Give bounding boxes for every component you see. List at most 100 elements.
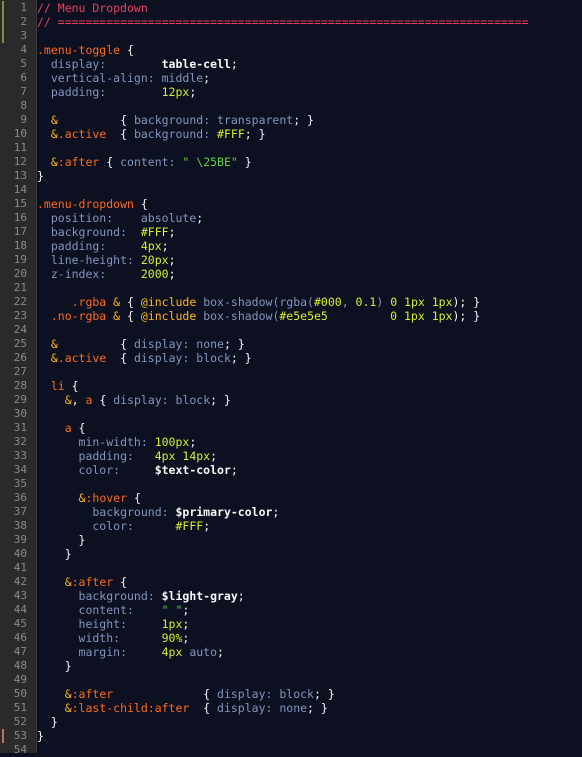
code-line[interactable]: & { display: none; } bbox=[37, 337, 582, 351]
code-line[interactable] bbox=[37, 673, 582, 687]
code-line[interactable]: display: table-cell; bbox=[37, 57, 582, 71]
code-line[interactable]: width: 90%; bbox=[37, 631, 582, 645]
code-line[interactable] bbox=[37, 365, 582, 379]
code-line[interactable]: background: $light-gray; bbox=[37, 589, 582, 603]
line-number: 20 bbox=[13, 267, 27, 280]
code-token: { bbox=[92, 393, 114, 407]
code-line[interactable]: &.active { background: #FFF; } bbox=[37, 127, 582, 141]
code-token: 4px 14px bbox=[154, 449, 211, 463]
code-token: display: bbox=[37, 57, 162, 71]
code-line[interactable]: .menu-dropdown { bbox=[37, 197, 582, 211]
code-line[interactable]: li { bbox=[37, 379, 582, 393]
code-token: ; bbox=[203, 71, 211, 85]
code-line[interactable]: .no-rgba & { @include box-shadow(#e5e5e5… bbox=[37, 309, 582, 323]
code-token: box-shadow(rgba( bbox=[196, 295, 314, 309]
code-line[interactable]: } bbox=[37, 715, 582, 729]
code-line[interactable]: } bbox=[37, 659, 582, 673]
code-line[interactable]: .rgba & { @include box-shadow(rgba(#000,… bbox=[37, 295, 582, 309]
code-line[interactable]: } bbox=[37, 547, 582, 561]
code-line[interactable]: } bbox=[37, 169, 582, 183]
code-line[interactable] bbox=[37, 561, 582, 575]
code-line[interactable]: padding: 12px; bbox=[37, 85, 582, 99]
code-line[interactable]: &:after { content: " \25BE" } bbox=[37, 155, 582, 169]
code-line[interactable]: line-height: 20px; bbox=[37, 253, 582, 267]
code-token: :last-child:after bbox=[71, 701, 190, 715]
code-area[interactable]: // Menu Dropdown// =====================… bbox=[37, 1, 582, 757]
code-token: ) bbox=[376, 295, 391, 309]
code-token: auto bbox=[182, 645, 218, 659]
code-line[interactable]: min-width: 100px; bbox=[37, 435, 582, 449]
code-token: padding: bbox=[37, 239, 141, 253]
code-editor[interactable]: 1 2 3 4 5 6 7 8 9 10 11 12 13 14 15 16 17 18 19 20 21 22 23 24 2… bbox=[0, 0, 582, 756]
code-line[interactable]: position: absolute; bbox=[37, 211, 582, 225]
code-line[interactable]: &:last-child:after { display: none; } bbox=[37, 701, 582, 715]
code-token: ); } bbox=[452, 309, 481, 323]
code-line[interactable]: z-index: 2000; bbox=[37, 267, 582, 281]
code-line[interactable]: padding: 4px; bbox=[37, 239, 582, 253]
code-line[interactable]: content: " "; bbox=[37, 603, 582, 617]
code-line[interactable]: &:after { display: block; } bbox=[37, 687, 582, 701]
line-number: 47 bbox=[13, 645, 27, 658]
code-line[interactable] bbox=[37, 141, 582, 155]
code-line[interactable] bbox=[37, 407, 582, 421]
code-token: .active bbox=[57, 127, 107, 141]
code-token: { bbox=[189, 701, 218, 715]
code-line[interactable] bbox=[37, 743, 582, 757]
code-line[interactable]: } bbox=[37, 533, 582, 547]
code-line[interactable]: .menu-toggle { bbox=[37, 43, 582, 57]
code-line[interactable]: padding: 4px 14px; bbox=[37, 449, 582, 463]
line-number: 51 bbox=[13, 701, 27, 714]
code-token: ; bbox=[168, 253, 176, 267]
code-token: 2000 bbox=[140, 267, 169, 281]
code-token: .rgba bbox=[37, 295, 107, 309]
code-token: padding: bbox=[37, 449, 155, 463]
code-line[interactable]: &.active { display: block; } bbox=[37, 351, 582, 365]
code-line[interactable]: color: #FFF; bbox=[37, 519, 582, 533]
code-line[interactable]: } bbox=[37, 729, 582, 743]
code-token: { bbox=[113, 575, 128, 589]
code-line[interactable]: &:hover { bbox=[37, 491, 582, 505]
code-token: & bbox=[37, 337, 58, 351]
code-token: ); } bbox=[452, 295, 481, 309]
code-token: ; bbox=[182, 631, 190, 645]
code-token: } bbox=[37, 659, 72, 673]
code-token: 0 1px 1px bbox=[390, 309, 453, 323]
code-line[interactable]: color: $text-color; bbox=[37, 463, 582, 477]
code-line[interactable] bbox=[37, 281, 582, 295]
line-number: 21 bbox=[13, 281, 27, 294]
code-line[interactable]: background: #FFF; bbox=[37, 225, 582, 239]
code-token: display: block bbox=[113, 393, 211, 407]
code-line[interactable]: height: 1px; bbox=[37, 617, 582, 631]
code-line[interactable]: background: $primary-color; bbox=[37, 505, 582, 519]
code-token: " \25BE" bbox=[182, 155, 238, 169]
line-number: 27 bbox=[13, 365, 27, 378]
code-line[interactable]: margin: 4px auto; bbox=[37, 645, 582, 659]
code-token: #e5e5e5 bbox=[279, 309, 328, 323]
code-line[interactable]: // =====================================… bbox=[37, 15, 582, 29]
code-token: { bbox=[120, 309, 141, 323]
code-token: min-width: bbox=[37, 435, 155, 449]
line-number: 10 bbox=[13, 127, 27, 140]
code-line[interactable]: & { background: transparent; } bbox=[37, 113, 582, 127]
code-token: & bbox=[37, 127, 58, 141]
line-number: 49 bbox=[13, 673, 27, 686]
code-line[interactable] bbox=[37, 99, 582, 113]
code-line[interactable]: // Menu Dropdown bbox=[37, 1, 582, 15]
code-token: .active bbox=[57, 351, 107, 365]
code-token: { bbox=[106, 127, 134, 141]
line-number: 50 bbox=[13, 687, 27, 700]
code-line[interactable]: &:after { bbox=[37, 575, 582, 589]
code-line[interactable]: a { bbox=[37, 421, 582, 435]
code-line[interactable] bbox=[37, 477, 582, 491]
code-line[interactable]: &, a { display: block; } bbox=[37, 393, 582, 407]
code-line[interactable] bbox=[37, 183, 582, 197]
code-line[interactable] bbox=[37, 323, 582, 337]
code-line[interactable] bbox=[37, 29, 582, 43]
line-number: 17 bbox=[13, 225, 27, 238]
code-token: } bbox=[37, 547, 72, 561]
code-token: display: block bbox=[133, 351, 231, 365]
code-token: position: absolute bbox=[37, 211, 197, 225]
code-token: { bbox=[120, 43, 134, 57]
code-token: .menu-toggle bbox=[37, 43, 121, 57]
code-line[interactable]: vertical-align: middle; bbox=[37, 71, 582, 85]
